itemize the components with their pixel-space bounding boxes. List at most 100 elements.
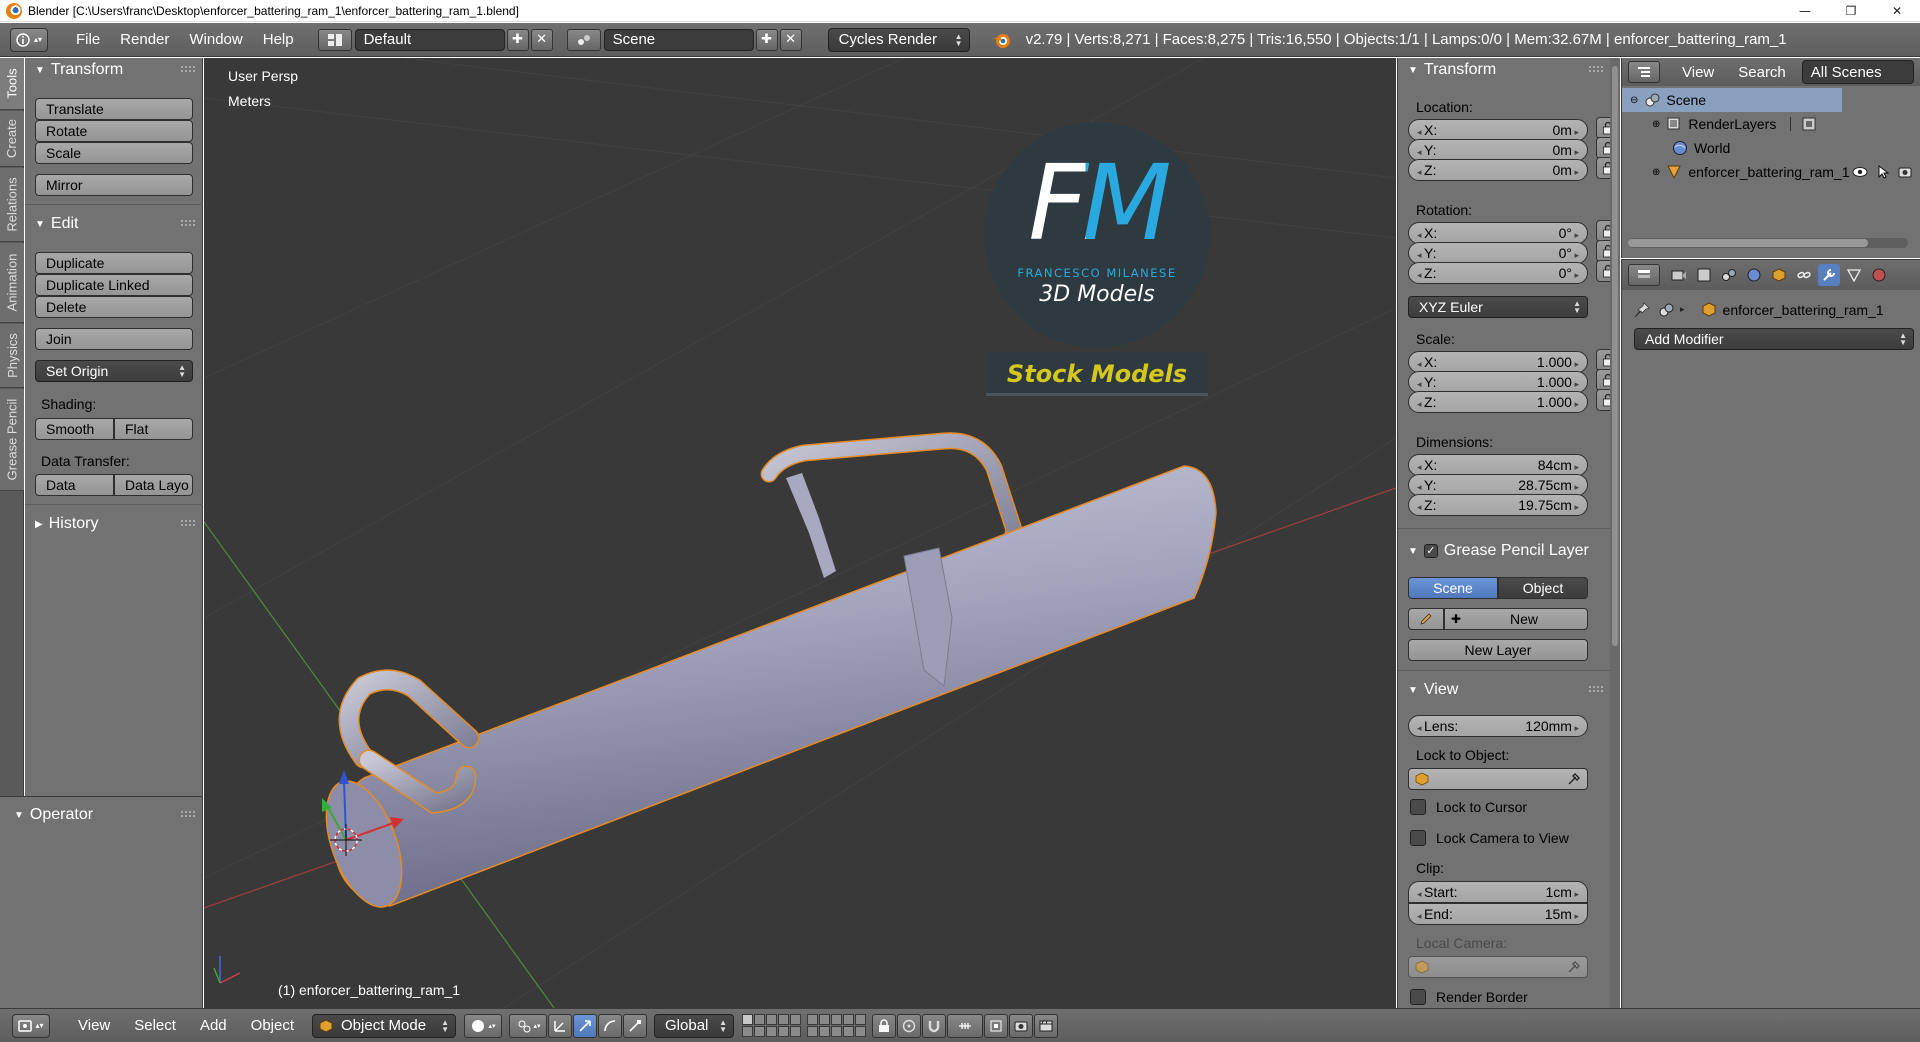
lock-layers-button[interactable]: [872, 1013, 897, 1038]
opengl-render-image-button[interactable]: [1009, 1013, 1034, 1038]
outliner-menu-view[interactable]: View: [1670, 64, 1726, 81]
maximize-button[interactable]: ❐: [1828, 0, 1874, 22]
drag-grip-icon[interactable]: [181, 520, 195, 526]
outliner-item-scene[interactable]: ⊖ Scene: [1622, 88, 1842, 112]
viewport-shading-dropdown[interactable]: ▴▾: [464, 1013, 503, 1038]
drag-grip-icon[interactable]: [1589, 66, 1603, 72]
add-modifier-dropdown[interactable]: Add Modifier ▲ ▼: [1634, 328, 1914, 350]
dimensions-x-field[interactable]: X:84cm: [1408, 454, 1588, 476]
scrollbar-thumb[interactable]: [1612, 66, 1618, 646]
delete-button[interactable]: Delete: [35, 296, 193, 318]
info-editor-type-button[interactable]: ▴▾: [10, 27, 48, 52]
close-window-button[interactable]: ✕: [1874, 0, 1920, 22]
location-z-field[interactable]: Z:0m: [1408, 159, 1588, 181]
flat-shading-button[interactable]: Flat: [114, 418, 193, 440]
3d-view-editor-type-button[interactable]: ▴▾: [12, 1013, 50, 1038]
scrollbar-thumb[interactable]: [1628, 239, 1868, 247]
delete-scene-button[interactable]: ✕: [779, 28, 802, 51]
history-panel-header[interactable]: ▶ History: [25, 512, 203, 536]
screen-layout-selector[interactable]: [317, 28, 352, 51]
delete-screen-button[interactable]: ✕: [530, 28, 553, 51]
outliner-horizontal-scrollbar[interactable]: [1628, 238, 1908, 248]
properties-editor-type-button[interactable]: [1628, 264, 1660, 286]
tab-animation[interactable]: Animation: [0, 243, 24, 323]
location-x-field[interactable]: X:0m: [1408, 119, 1588, 141]
render-border-checkbox[interactable]: [1410, 989, 1426, 1005]
gp-source-scene-button[interactable]: Scene: [1408, 577, 1498, 599]
menu-select[interactable]: Select: [122, 1017, 188, 1034]
drag-grip-icon[interactable]: [181, 811, 195, 817]
layer-buttons-2[interactable]: [807, 1014, 867, 1037]
gp-source-object-button[interactable]: Object: [1498, 577, 1588, 599]
interaction-mode-dropdown[interactable]: Object Mode ▲ ▼: [312, 1013, 457, 1038]
screen-layout-name[interactable]: Default: [354, 28, 505, 51]
snap-toggle-button[interactable]: [922, 1013, 947, 1038]
pin-icon[interactable]: [1634, 302, 1650, 318]
data-transfer-button[interactable]: Data: [35, 474, 114, 496]
gp-datablock-selector[interactable]: [1408, 608, 1444, 630]
duplicate-linked-button[interactable]: Duplicate Linked: [35, 274, 193, 296]
material-context-tab[interactable]: [1868, 264, 1890, 286]
constraints-context-tab[interactable]: [1793, 264, 1815, 286]
drag-grip-icon[interactable]: [181, 220, 195, 226]
dimensions-z-field[interactable]: Z:19.75cm: [1408, 494, 1588, 516]
transform-panel-header[interactable]: ▼ Transform: [25, 58, 203, 82]
mirror-button[interactable]: Mirror: [35, 174, 193, 196]
rotation-x-field[interactable]: X:0°: [1408, 222, 1588, 244]
smooth-shading-button[interactable]: Smooth: [35, 418, 114, 440]
outliner-item-object[interactable]: ⊕ enforcer_battering_ram_1: [1622, 160, 1920, 184]
duplicate-button[interactable]: Duplicate: [35, 252, 193, 274]
menu-file[interactable]: File: [66, 31, 110, 48]
render-layers-context-tab[interactable]: [1693, 264, 1715, 286]
outliner-item-world[interactable]: World: [1622, 136, 1920, 160]
outliner-display-mode-dropdown[interactable]: All Scenes: [1801, 60, 1914, 84]
data-context-tab[interactable]: [1843, 264, 1865, 286]
proportional-editing-button[interactable]: [897, 1013, 922, 1038]
set-origin-dropdown[interactable]: Set Origin ▲ ▼: [35, 360, 193, 382]
translate-button[interactable]: Translate: [35, 98, 193, 120]
render-engine-dropdown[interactable]: Cycles Render ▲ ▼: [827, 27, 970, 52]
add-screen-button[interactable]: ✚: [506, 28, 529, 51]
add-scene-button[interactable]: ✚: [755, 28, 778, 51]
world-context-tab[interactable]: [1743, 264, 1765, 286]
rotate-button[interactable]: Rotate: [35, 120, 193, 142]
scale-x-field[interactable]: X:1.000: [1408, 351, 1588, 373]
menu-help[interactable]: Help: [253, 31, 304, 48]
tab-grease-pencil[interactable]: Grease Pencil: [0, 389, 24, 491]
selectable-cursor-icon[interactable]: [1876, 165, 1890, 179]
gp-new-button[interactable]: ✚ New: [1444, 608, 1588, 630]
minimize-button[interactable]: —: [1782, 0, 1828, 22]
pivot-point-dropdown[interactable]: ▴▾: [509, 1013, 548, 1038]
clip-start-field[interactable]: Start:1cm: [1408, 881, 1588, 903]
outliner-item-renderlayers[interactable]: ⊕ RenderLayers: [1622, 112, 1920, 136]
modifiers-context-tab[interactable]: [1818, 264, 1840, 286]
rotate-manipulator-button[interactable]: [598, 1013, 623, 1038]
lock-to-cursor-checkbox[interactable]: [1410, 799, 1426, 815]
rotation-mode-dropdown[interactable]: XYZ Euler ▲ ▼: [1408, 296, 1588, 318]
rotation-z-field[interactable]: Z:0°: [1408, 262, 1588, 284]
3d-viewport[interactable]: User Persp Meters (1) enforcer_battering…: [204, 58, 1396, 1008]
view-panel-header[interactable]: ▼ View: [1398, 678, 1611, 702]
join-button[interactable]: Join: [35, 328, 193, 350]
battering-ram-model[interactable]: [311, 432, 1217, 917]
scene-context-tab[interactable]: [1718, 264, 1740, 286]
gp-new-layer-button[interactable]: New Layer: [1408, 639, 1588, 661]
menu-view[interactable]: View: [66, 1017, 122, 1034]
layer-buttons-1[interactable]: [742, 1014, 802, 1037]
menu-add[interactable]: Add: [188, 1017, 239, 1034]
snap-target-button[interactable]: [984, 1013, 1009, 1038]
edit-panel-header[interactable]: ▼ Edit: [25, 212, 203, 236]
location-y-field[interactable]: Y:0m: [1408, 139, 1588, 161]
clip-end-field[interactable]: End:15m: [1408, 903, 1588, 925]
manipulator-toggle-button[interactable]: [548, 1013, 573, 1038]
data-layout-button[interactable]: Data Layo: [114, 474, 193, 496]
eyedropper-icon[interactable]: [1567, 772, 1581, 786]
object-context-tab[interactable]: [1768, 264, 1790, 286]
lock-camera-to-view-checkbox[interactable]: [1410, 830, 1426, 846]
rotation-y-field[interactable]: Y:0°: [1408, 242, 1588, 264]
transform-properties-header[interactable]: ▼ Transform: [1398, 58, 1611, 82]
outliner-menu-search[interactable]: Search: [1726, 64, 1798, 81]
transform-orientation-dropdown[interactable]: Global ▲ ▼: [654, 1013, 735, 1038]
tab-relations[interactable]: Relations: [0, 168, 24, 242]
tab-create[interactable]: Create: [0, 111, 24, 167]
